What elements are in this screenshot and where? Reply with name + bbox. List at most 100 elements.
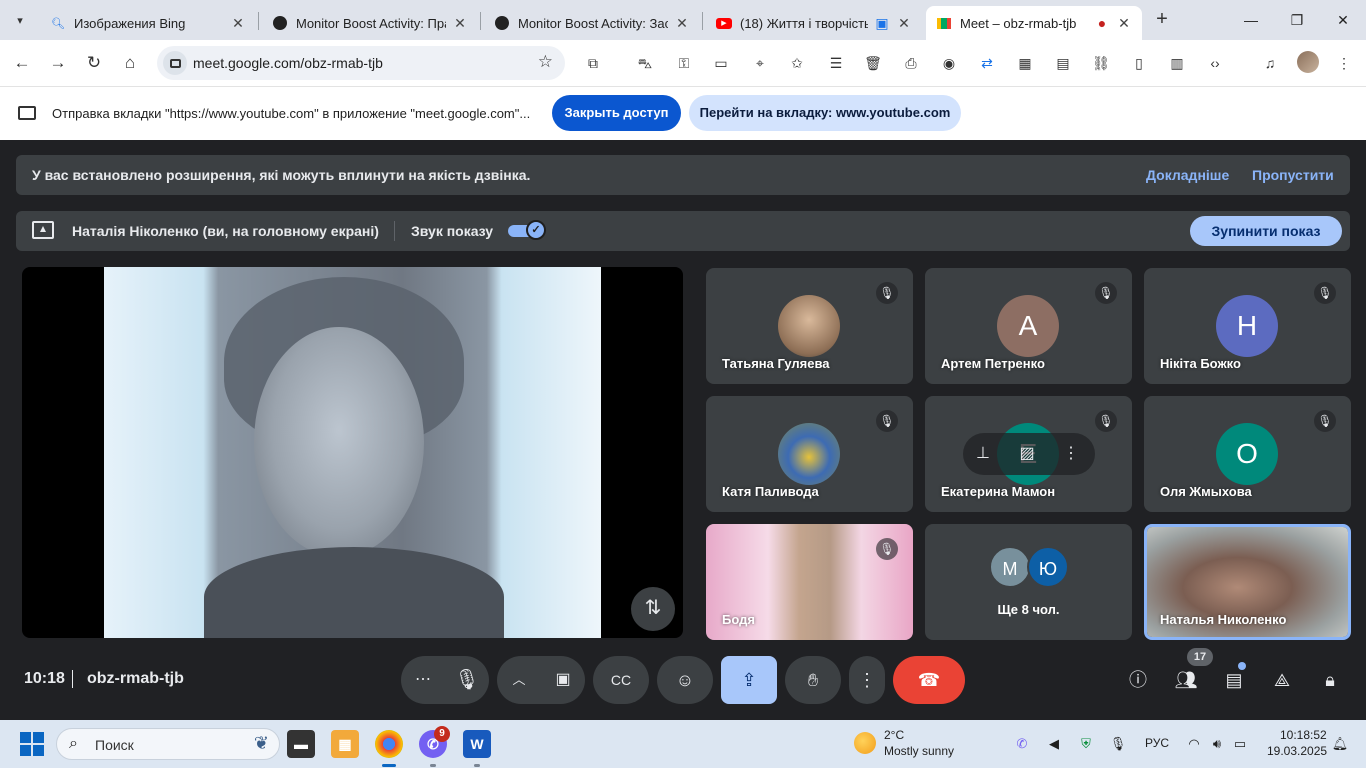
url-text[interactable]: meet.google.com/obz-rmab-tjb bbox=[193, 55, 383, 71]
chrome-icon[interactable] bbox=[375, 730, 403, 758]
tab-meet[interactable]: Meet – obz-rmab-tjb ● ✕ bbox=[926, 6, 1142, 40]
captions-icon[interactable]: CC bbox=[593, 656, 649, 704]
reload-icon[interactable]: ↻ bbox=[81, 50, 107, 76]
chat-icon[interactable]: ▤ bbox=[1221, 667, 1247, 693]
more-participants-tile[interactable]: М Ю Ще 8 чол. bbox=[925, 524, 1132, 640]
minimize-button[interactable]: — bbox=[1228, 6, 1274, 34]
tab-separator bbox=[258, 12, 259, 30]
windows-start-icon[interactable] bbox=[20, 732, 44, 756]
volume-icon[interactable]: 🔊︎ bbox=[1207, 734, 1227, 754]
star-icon[interactable]: ✩ bbox=[786, 52, 808, 74]
link-icon[interactable]: ⛓ bbox=[1090, 52, 1112, 74]
trash-icon[interactable]: 🗑︎ bbox=[862, 52, 884, 74]
address-bar[interactable]: meet.google.com/obz-rmab-tjb ☆ bbox=[157, 46, 565, 80]
skip-link[interactable]: Пропустити bbox=[1252, 167, 1334, 183]
reading-mode-icon[interactable]: ▤ bbox=[1052, 52, 1074, 74]
tab-close-icon[interactable]: ✕ bbox=[674, 15, 690, 32]
notification-bell-icon[interactable]: 🔔︎ bbox=[1330, 734, 1350, 754]
table-icon[interactable]: ▥ bbox=[1166, 52, 1188, 74]
tab-youtube[interactable]: ▶ (18) Життя і творчість К ▣ ✕ bbox=[706, 6, 922, 40]
learn-more-link[interactable]: Докладніше bbox=[1146, 167, 1229, 183]
more-options-icon[interactable]: ⋮ bbox=[849, 656, 885, 704]
task-view-icon[interactable]: ▬ bbox=[287, 730, 315, 758]
bookmark-star-icon[interactable]: ☆ bbox=[538, 52, 553, 72]
present-now-icon[interactable]: ⇪ bbox=[721, 656, 777, 704]
home-icon[interactable]: ⌂ bbox=[117, 50, 143, 76]
back-icon[interactable]: ← bbox=[9, 50, 35, 76]
mic-off-icon: 🎙︎ bbox=[1314, 410, 1336, 432]
remove-tile-icon[interactable]: ▨ bbox=[1015, 442, 1039, 466]
self-participant-tile[interactable]: Наталья Николенко bbox=[1144, 524, 1351, 640]
forward-icon[interactable]: → bbox=[45, 50, 71, 76]
video-options-icon[interactable]: ︿ bbox=[497, 656, 541, 704]
participant-tile[interactable]: Н 🎙︎ Нікіта Божко bbox=[1144, 268, 1351, 384]
key-icon[interactable]: ⚿ bbox=[673, 52, 695, 74]
raise-hand-icon[interactable]: ✋︎ bbox=[785, 656, 841, 704]
clock-time[interactable]: 10:18:52 bbox=[1280, 728, 1327, 742]
devices-icon[interactable]: ▯ bbox=[1128, 52, 1150, 74]
car-icon[interactable]: ⛍ bbox=[634, 52, 656, 74]
extensions-puzzle-icon[interactable]: ⧉ bbox=[582, 52, 604, 74]
media-control-icon[interactable]: ♫ bbox=[1259, 52, 1281, 74]
switch-to-tab-button[interactable]: Перейти на вкладку: www.youtube.com bbox=[689, 95, 961, 131]
camera-icon[interactable]: ▣ bbox=[541, 656, 585, 704]
tab-close-icon[interactable]: ✕ bbox=[896, 15, 912, 32]
tab-close-icon[interactable]: ✕ bbox=[452, 15, 468, 32]
participant-tile[interactable]: 🎙︎ Катя Паливода bbox=[706, 396, 913, 512]
translate-icon[interactable]: ⇄ bbox=[976, 52, 998, 74]
tab-close-icon[interactable]: ✕ bbox=[230, 15, 246, 32]
participant-tile[interactable]: 🎙︎ Татьяна Гуляева bbox=[706, 268, 913, 384]
emoji-icon[interactable]: ☺ bbox=[657, 656, 713, 704]
search-highlight-bird-icon: ❦ bbox=[253, 733, 269, 753]
extension-warning-banner: У вас встановлено розширення, які можуть… bbox=[16, 155, 1350, 195]
tray-microphone-icon[interactable]: 🎙︎ bbox=[1108, 734, 1128, 754]
clock-date[interactable]: 19.03.2025 bbox=[1267, 744, 1327, 758]
people-icon[interactable]: 👥︎ bbox=[1173, 667, 1199, 693]
taskbar-search[interactable]: ⌕ Поиск ❦ bbox=[56, 728, 280, 760]
microsoft-store-icon[interactable]: ▦ bbox=[331, 730, 359, 758]
stop-sharing-button[interactable]: Закрыть доступ bbox=[552, 95, 681, 131]
code-icon[interactable]: ‹› bbox=[1204, 52, 1226, 74]
more-options-icon[interactable]: ⋮ bbox=[1059, 442, 1083, 466]
location-pin-icon[interactable]: ⌖ bbox=[749, 52, 771, 74]
tab-search-menu-icon[interactable]: ▾ bbox=[8, 8, 32, 32]
activities-icon[interactable]: ⟁ bbox=[1269, 667, 1295, 693]
audio-options-icon[interactable]: ⋯ bbox=[401, 656, 445, 704]
leave-call-icon[interactable]: ☎︎ bbox=[893, 656, 965, 704]
maximize-button[interactable]: ❐ bbox=[1274, 6, 1320, 34]
stop-presenting-button[interactable]: Зупинити показ bbox=[1190, 216, 1342, 246]
weather-sunny-icon[interactable] bbox=[854, 732, 876, 754]
print-icon[interactable]: ⎙ bbox=[900, 52, 922, 74]
video-camera-icon[interactable] bbox=[163, 51, 187, 75]
meeting-info-icon[interactable]: ⓘ bbox=[1125, 667, 1151, 693]
qr-code-icon[interactable]: ▦ bbox=[1014, 52, 1036, 74]
screenshot-icon[interactable]: ◉ bbox=[938, 52, 960, 74]
share-sound-toggle[interactable]: ✓ bbox=[508, 220, 546, 240]
tab-bing-images[interactable]: 🔍︎ Изображения Bing ✕ bbox=[40, 6, 256, 40]
notes-icon[interactable]: ☰ bbox=[825, 52, 847, 74]
microphone-icon[interactable]: 🎙︎ bbox=[445, 656, 489, 704]
wifi-icon[interactable]: ◠ bbox=[1184, 734, 1204, 754]
participant-tile[interactable]: Е 🎙︎ ⊥ ▨ ⋮ Екатерина Мамон bbox=[925, 396, 1132, 512]
participant-tile[interactable]: А 🎙︎ Артем Петренко bbox=[925, 268, 1132, 384]
word-icon[interactable]: W bbox=[463, 730, 491, 758]
profile-avatar[interactable] bbox=[1297, 51, 1319, 73]
close-window-button[interactable]: ✕ bbox=[1320, 6, 1366, 34]
tray-viber-icon[interactable]: ✆ bbox=[1012, 734, 1032, 754]
tab-monitor-boost-2[interactable]: Monitor Boost Activity: Заст ✕ bbox=[484, 6, 700, 40]
tab-close-icon[interactable]: ✕ bbox=[1116, 15, 1132, 32]
input-language[interactable]: РУС bbox=[1145, 736, 1169, 750]
battery-icon[interactable]: ▭ bbox=[1230, 734, 1250, 754]
host-controls-icon[interactable]: 🔒︎ bbox=[1317, 667, 1343, 693]
tray-sound-app-icon[interactable]: ◀ bbox=[1044, 734, 1064, 754]
tray-security-icon[interactable]: ⛨ bbox=[1076, 734, 1096, 754]
pin-icon[interactable]: ⊥ bbox=[971, 442, 995, 466]
browser-menu-icon[interactable]: ⋮ bbox=[1333, 52, 1355, 74]
swap-layout-icon[interactable]: ⇅ bbox=[631, 587, 675, 631]
participant-tile[interactable]: 🎙︎ Бодя bbox=[706, 524, 913, 640]
card-icon[interactable]: ▭ bbox=[710, 52, 732, 74]
new-tab-button[interactable]: + bbox=[1150, 8, 1174, 32]
tab-monitor-boost-1[interactable]: Monitor Boost Activity: Прав ✕ bbox=[262, 6, 478, 40]
participant-tile[interactable]: О 🎙︎ Оля Жмыхова bbox=[1144, 396, 1351, 512]
mic-off-icon: 🎙︎ bbox=[1095, 282, 1117, 304]
